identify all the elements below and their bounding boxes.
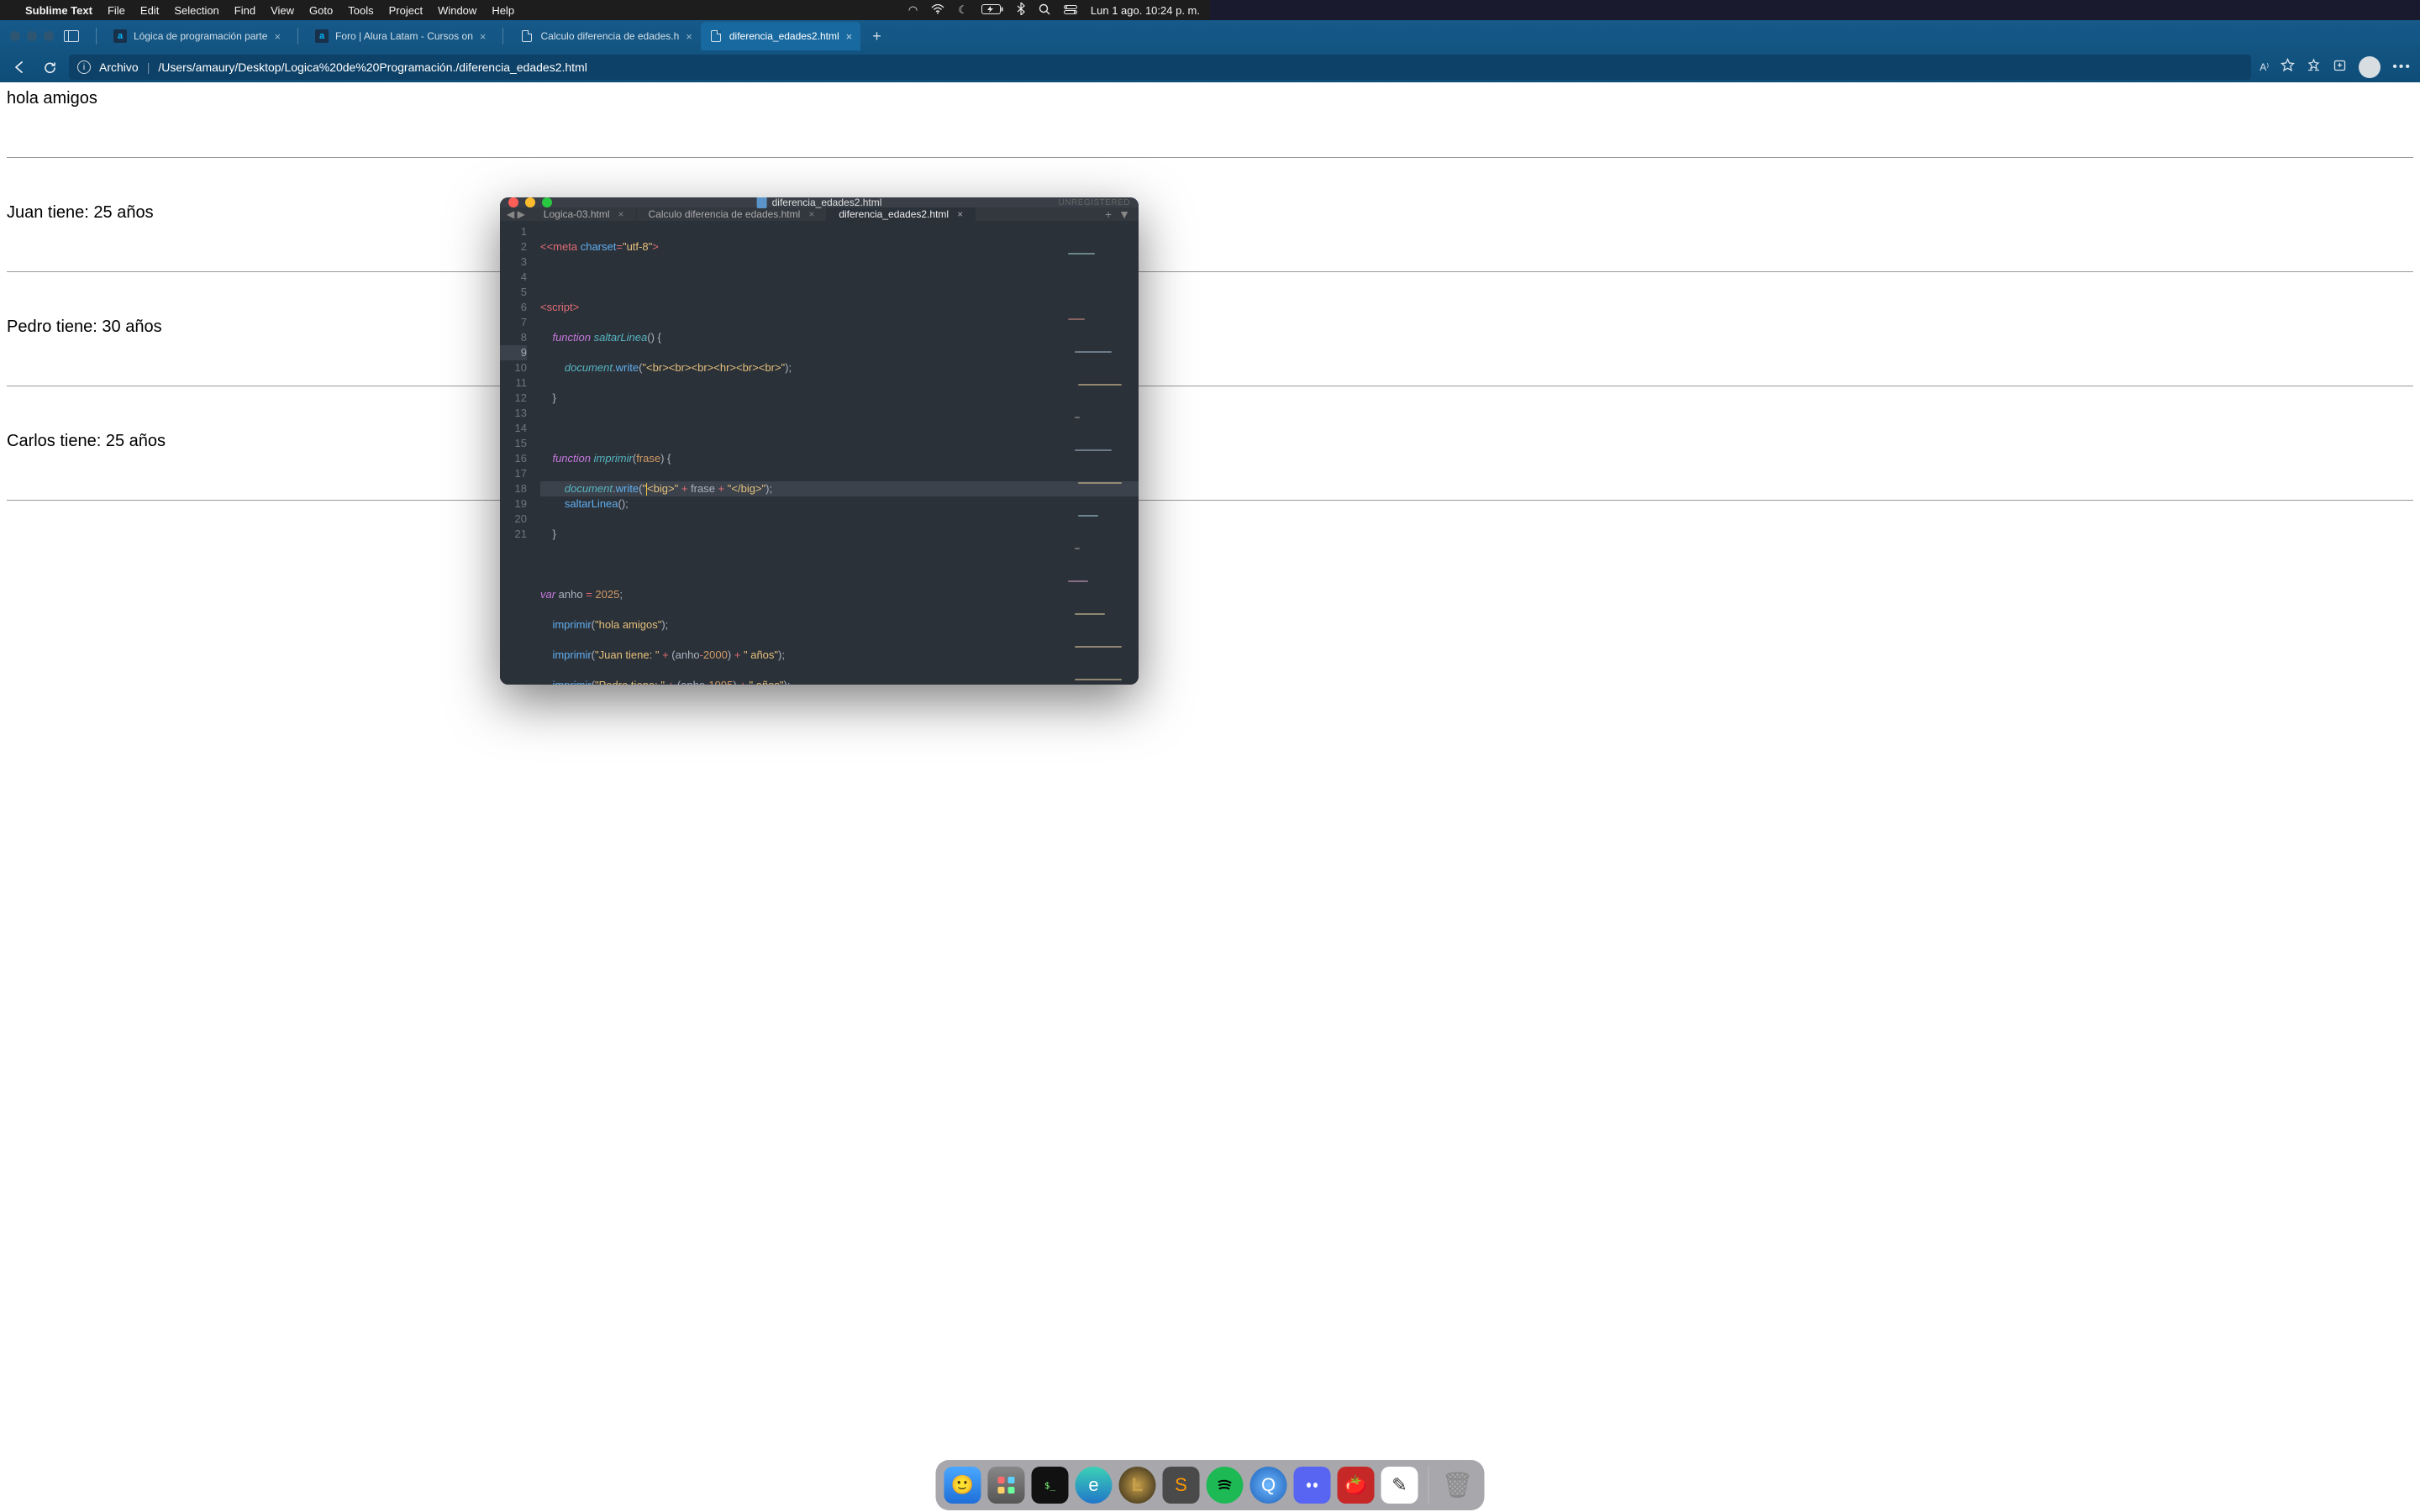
read-aloud-icon[interactable]: A⁾ [2260,61,2269,73]
browser-tab-1[interactable]: a Lógica de programación parte × [105,22,289,50]
star-favorite-icon[interactable] [2281,58,2295,76]
dock-trash-icon[interactable]: 🗑 [1439,1467,1476,1504]
new-tab-button[interactable]: + [865,26,888,47]
sublime-tab-1[interactable]: Logica-03.html × [532,207,637,221]
refresh-button[interactable] [39,56,60,78]
dock-edge-icon[interactable]: e [1076,1467,1113,1504]
browser-tab-4-active[interactable]: diferencia_edades2.html × [701,22,860,50]
dock-tomato-icon[interactable]: 🍅 [1338,1467,1375,1504]
minimap[interactable] [1068,223,1135,273]
more-menu-icon[interactable]: ••• [2392,60,2412,75]
menubar-app-name[interactable]: Sublime Text [25,4,92,17]
code-area[interactable]: <<meta charset="utf-8"> <script> functio… [534,221,1139,685]
sublime-title: diferencia_edades2.html [757,197,882,208]
menu-file[interactable]: File [108,4,125,17]
html-file-icon [757,197,767,208]
sublime-tab-3-active[interactable]: diferencia_edades2.html × [827,207,976,221]
bluetooth-icon[interactable] [1017,3,1025,18]
close-tab-icon[interactable]: × [480,30,487,43]
dock-spotify-icon[interactable] [1207,1467,1244,1504]
page-text: Juan tiene: 25 años [7,203,154,222]
dock-finder-icon[interactable]: 🙂 [944,1467,981,1504]
sublime-traffic-lights[interactable] [508,197,552,207]
browser-tab-2[interactable]: a Foro | Alura Latam - Cursos on × [307,22,494,50]
unregistered-label: UNREGISTERED [1059,198,1130,207]
do-not-disturb-icon[interactable]: ☾ [958,3,968,17]
window-close-icon[interactable] [508,197,518,207]
addr-path: /Users/amaury/Desktop/Logica%20de%20Prog… [158,60,587,74]
dock-notes-icon[interactable]: ✎ [1381,1467,1418,1504]
menu-window[interactable]: Window [438,4,476,17]
tab-actions-icon[interactable] [64,30,79,42]
file-favicon-icon [709,29,723,43]
sublime-editor[interactable]: 123456789101112131415161718192021 <<meta… [500,221,1139,685]
tab-dropdown-icon[interactable]: ▼ [1118,207,1130,221]
menu-view[interactable]: View [271,4,294,17]
line-gutter: 123456789101112131415161718192021 [500,221,534,685]
close-icon[interactable]: × [808,208,814,220]
dock-discord-icon[interactable] [1294,1467,1331,1504]
edge-browser-window: a Lógica de programación parte × a Foro … [0,20,2420,1512]
alura-favicon-icon: a [315,29,329,43]
sublime-tab-label: diferencia_edades2.html [839,208,949,220]
battery-icon[interactable] [981,4,1003,17]
dock-sublime-icon[interactable]: S [1163,1467,1200,1504]
profile-avatar[interactable] [2359,56,2381,78]
back-button[interactable] [8,56,30,78]
dock-launchpad-icon[interactable] [988,1467,1025,1504]
page-text: hola amigos [7,89,97,108]
browser-tab-label: Lógica de programación parte [134,30,267,42]
window-minimize-icon[interactable] [525,197,535,207]
menu-selection[interactable]: Selection [174,4,218,17]
site-info-icon[interactable]: i [77,60,91,74]
spotlight-icon[interactable] [1039,3,1050,18]
browser-traffic-lights[interactable] [10,31,54,41]
close-icon[interactable]: × [618,208,624,220]
sublime-tab-label: Calculo diferencia de edades.html [649,208,801,220]
menu-help[interactable]: Help [492,4,514,17]
menu-project[interactable]: Project [389,4,423,17]
dock-terminal-icon[interactable]: $_ [1032,1467,1069,1504]
addr-scheme: Archivo [99,60,139,74]
wifi-icon[interactable] [931,4,944,17]
window-zoom-icon[interactable] [542,197,552,207]
sublime-titlebar[interactable]: diferencia_edades2.html UNREGISTERED [500,197,1139,207]
browser-tab-3[interactable]: Calculo diferencia de edades.h × [512,22,700,50]
browser-tab-label: Calculo diferencia de edades.h [540,30,679,42]
browser-tab-label: diferencia_edades2.html [729,30,839,42]
browser-tab-label: Foro | Alura Latam - Cursos on [335,30,473,42]
browser-viewport: hola amigos Juan tiene: 25 años Pedro ti… [0,82,2420,1512]
control-center-icon[interactable] [1064,4,1077,17]
sublime-tab-2[interactable]: Calculo diferencia de edades.html × [637,207,828,221]
page-text: Carlos tiene: 25 años [7,432,166,450]
favorites-icon[interactable] [2307,58,2321,76]
menu-edit[interactable]: Edit [140,4,159,17]
close-tab-icon[interactable]: × [274,30,281,43]
close-icon[interactable]: × [957,208,963,220]
dock-league-icon[interactable]: L [1119,1467,1156,1504]
sublime-history-nav[interactable]: ◀ ▶ [500,207,532,221]
macos-menubar: Sublime Text File Edit Selection Find Vi… [0,0,1210,20]
page-text: Pedro tiene: 30 años [7,318,162,336]
dock-quicktime-icon[interactable]: Q [1250,1467,1287,1504]
airdrop-icon[interactable]: ◠ [908,3,918,17]
sublime-tab-label: Logica-03.html [544,208,610,220]
file-favicon-icon [520,29,534,43]
close-tab-icon[interactable]: × [846,30,853,43]
new-tab-icon[interactable]: + [1105,207,1112,221]
alura-favicon-icon: a [113,29,127,43]
menu-goto[interactable]: Goto [309,4,333,17]
address-bar[interactable]: i Archivo | /Users/amaury/Desktop/Logica… [69,55,2251,80]
collections-icon[interactable] [2333,58,2347,76]
sublime-window: diferencia_edades2.html UNREGISTERED ◀ ▶… [500,197,1139,685]
menu-tools[interactable]: Tools [348,4,373,17]
close-tab-icon[interactable]: × [686,30,692,43]
macos-dock: 🙂 $_ e L S Q 🍅 ✎ 🗑 [936,1460,1485,1510]
menubar-clock[interactable]: Lun 1 ago. 10:24 p. m. [1091,4,1200,17]
menu-find[interactable]: Find [234,4,255,17]
